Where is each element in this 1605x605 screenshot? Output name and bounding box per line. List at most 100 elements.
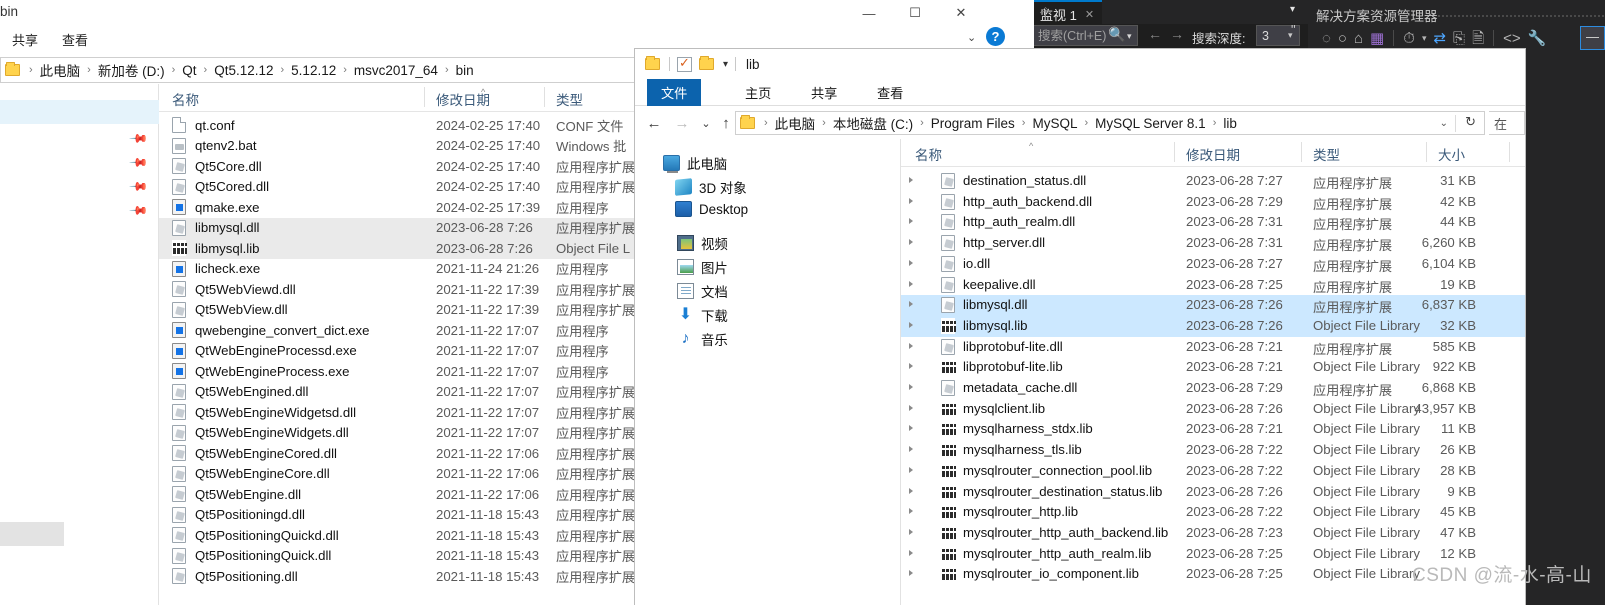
header-divider[interactable]	[1301, 142, 1302, 162]
header-divider[interactable]	[544, 87, 545, 107]
table-row[interactable]: mysqlharness_tls.lib 2023-06-28 7:22 Objec…	[901, 440, 1525, 461]
search-icon[interactable]: 🔍	[1108, 26, 1125, 43]
maximize-button[interactable]: ☐	[892, 0, 938, 26]
chevron-down-icon[interactable]: ▾	[723, 59, 728, 70]
table-row[interactable]: mysqlclient.lib 2023-06-28 7:26 Object Fil…	[901, 399, 1525, 420]
table-row[interactable]: mysqlrouter_http_auth_backend.lib 2023-06…	[901, 523, 1525, 544]
breadcrumb-item-0[interactable]: 此电脑	[775, 113, 816, 133]
column-header-name[interactable]: 名称	[172, 89, 199, 109]
right-search-input[interactable]: 在	[1489, 111, 1525, 135]
expand-arrow-icon[interactable]	[909, 425, 913, 432]
ribbon-expand-caret-icon[interactable]: ⌄	[967, 31, 976, 44]
close-icon[interactable]: ✕	[1085, 8, 1094, 21]
expand-arrow-icon[interactable]	[909, 197, 913, 204]
expand-arrow-icon[interactable]	[909, 549, 913, 556]
expand-arrow-icon[interactable]	[909, 508, 913, 515]
table-row[interactable]: libprotobuf-lite.lib 2023-06-28 7:21 Objec…	[901, 357, 1525, 378]
table-row[interactable]: metadata_cache.dll 2023-06-28 7:29 应用程序扩展 6…	[901, 378, 1525, 399]
table-row[interactable]: mysqlrouter_io_component.lib 2023-06-28 7…	[901, 564, 1525, 585]
expand-arrow-icon[interactable]	[909, 446, 913, 453]
table-row[interactable]: libprotobuf-lite.dll 2023-06-28 7:21 应用程序扩…	[901, 337, 1525, 358]
column-header-size[interactable]: 大小	[1438, 144, 1465, 164]
pin-icon[interactable]: 📌	[129, 152, 149, 172]
wrench-icon[interactable]: 🔧	[1528, 31, 1547, 46]
minimize-button[interactable]: —	[846, 0, 892, 26]
nav-item-pictures[interactable]: 图片	[677, 257, 728, 277]
column-header-name[interactable]: 名称	[915, 144, 942, 164]
help-button[interactable]: ?	[986, 27, 1005, 46]
table-row[interactable]: http_server.dll 2023-06-28 7:31 应用程序扩展 6,26…	[901, 233, 1525, 254]
table-row[interactable]: destination_status.dll 2023-06-28 7:27 应用程…	[901, 171, 1525, 192]
breadcrumb-item-1[interactable]: 本地磁盘 (C:)	[833, 113, 913, 133]
expand-arrow-icon[interactable]	[909, 487, 913, 494]
drag-handle-dots[interactable]	[1437, 14, 1605, 17]
vs-project-icon[interactable]: ▦	[1370, 31, 1384, 46]
header-divider[interactable]	[424, 87, 425, 107]
table-row[interactable]: keepalive.dll 2023-06-28 7:25 应用程序扩展 19 KB	[901, 275, 1525, 296]
forward-button[interactable]: →	[671, 113, 693, 133]
expand-arrow-icon[interactable]	[909, 177, 913, 183]
breadcrumb-item-6[interactable]: bin	[456, 63, 474, 78]
column-header-date[interactable]: 修改日期	[1186, 144, 1240, 164]
breadcrumb-item-1[interactable]: 新加卷 (D:)	[98, 60, 165, 80]
breadcrumb-item-2[interactable]: Qt	[182, 63, 196, 78]
breadcrumb-item-5[interactable]: lib	[1223, 116, 1237, 131]
tab-file[interactable]: 文件	[647, 79, 702, 106]
toolbar-caret-icon[interactable]: ▾	[1422, 33, 1427, 43]
nav-selected-row[interactable]	[0, 100, 159, 124]
expand-arrow-icon[interactable]	[909, 342, 913, 349]
home-icon[interactable]: ⌂	[1354, 31, 1363, 46]
tab-share[interactable]: 共享	[12, 30, 38, 49]
chevron-down-icon[interactable]: ▾	[1290, 4, 1295, 15]
table-row[interactable]: http_auth_realm.dll 2023-06-28 7:31 应用程序扩展…	[901, 212, 1525, 233]
expand-arrow-icon[interactable]	[909, 384, 913, 390]
pending-changes-icon[interactable]: ⏱	[1403, 31, 1415, 46]
new-folder-icon[interactable]	[699, 56, 714, 70]
tab-home[interactable]: 主页	[731, 79, 785, 106]
nav-item-downloads[interactable]: ⬇ 下载	[677, 305, 728, 325]
nav-item-3d-objects[interactable]: 3D 对象	[675, 177, 747, 197]
properties-checkbox-icon[interactable]	[677, 55, 692, 72]
breadcrumb-item-4[interactable]: 5.12.12	[291, 63, 336, 78]
table-row[interactable]: libmysql.lib 2023-06-28 7:26 Object File L…	[901, 315, 1525, 337]
column-header-type[interactable]: 类型	[1313, 144, 1340, 164]
header-divider[interactable]	[1174, 142, 1175, 162]
header-divider[interactable]	[1509, 142, 1510, 162]
breadcrumb-item-4[interactable]: MySQL Server 8.1	[1095, 116, 1206, 131]
table-row[interactable]: mysqlrouter_connection_pool.lib 2023-06-2…	[901, 461, 1525, 482]
nav-item-videos[interactable]: 视频	[677, 233, 728, 253]
expand-arrow-icon[interactable]	[909, 466, 913, 473]
nav-item-documents[interactable]: 文档	[677, 281, 728, 301]
pin-icon[interactable]: 📌	[129, 200, 149, 220]
expand-arrow-icon[interactable]	[909, 259, 913, 266]
nav-item-this-pc[interactable]: 此电脑	[663, 153, 727, 173]
breadcrumb-item-3[interactable]: MySQL	[1032, 116, 1077, 131]
nav-item-music[interactable]: ♪ 音乐	[677, 329, 728, 349]
show-all-files-icon[interactable]: <>	[1503, 31, 1521, 46]
expand-arrow-icon[interactable]	[909, 570, 913, 577]
recent-locations-button[interactable]: ⌄	[695, 113, 717, 133]
tab-watch-1[interactable]: 监视 1 ⇱ ✕	[1032, 0, 1103, 24]
breadcrumb-item-5[interactable]: msvc2017_64	[354, 63, 438, 78]
forward-arrow-icon[interactable]: →	[1170, 26, 1184, 42]
folder-icon[interactable]	[645, 56, 660, 70]
column-header-type[interactable]: 类型	[556, 89, 583, 109]
right-address-bar[interactable]: › 此电脑 › 本地磁盘 (C:) › Program Files › MySQ…	[735, 111, 1485, 135]
breadcrumb-item-2[interactable]: Program Files	[931, 116, 1015, 131]
pin-icon[interactable]: 📌	[129, 176, 149, 196]
expand-arrow-icon[interactable]	[909, 528, 913, 535]
breadcrumb-item-3[interactable]: Qt5.12.12	[214, 63, 273, 78]
up-button[interactable]: ↑	[715, 113, 737, 133]
pin-icon[interactable]: 📌	[129, 128, 149, 148]
tab-view[interactable]: 查看	[62, 30, 88, 49]
table-row[interactable]: mysqlrouter_http_auth_realm.lib 2023-06-2…	[901, 544, 1525, 565]
breadcrumb-item-0[interactable]: 此电脑	[40, 60, 81, 80]
tab-view[interactable]: 查看	[863, 79, 917, 106]
properties-icon[interactable]: 🗎	[1472, 31, 1484, 46]
collapse-all-icon[interactable]: ⎘	[1453, 31, 1465, 46]
back-button[interactable]: ←	[643, 113, 665, 133]
expand-arrow-icon[interactable]	[909, 404, 913, 411]
expand-arrow-icon[interactable]	[909, 239, 913, 246]
back-icon[interactable]: ◌	[1322, 31, 1331, 46]
address-dropdown-caret-icon[interactable]: ⌄	[1440, 118, 1448, 129]
